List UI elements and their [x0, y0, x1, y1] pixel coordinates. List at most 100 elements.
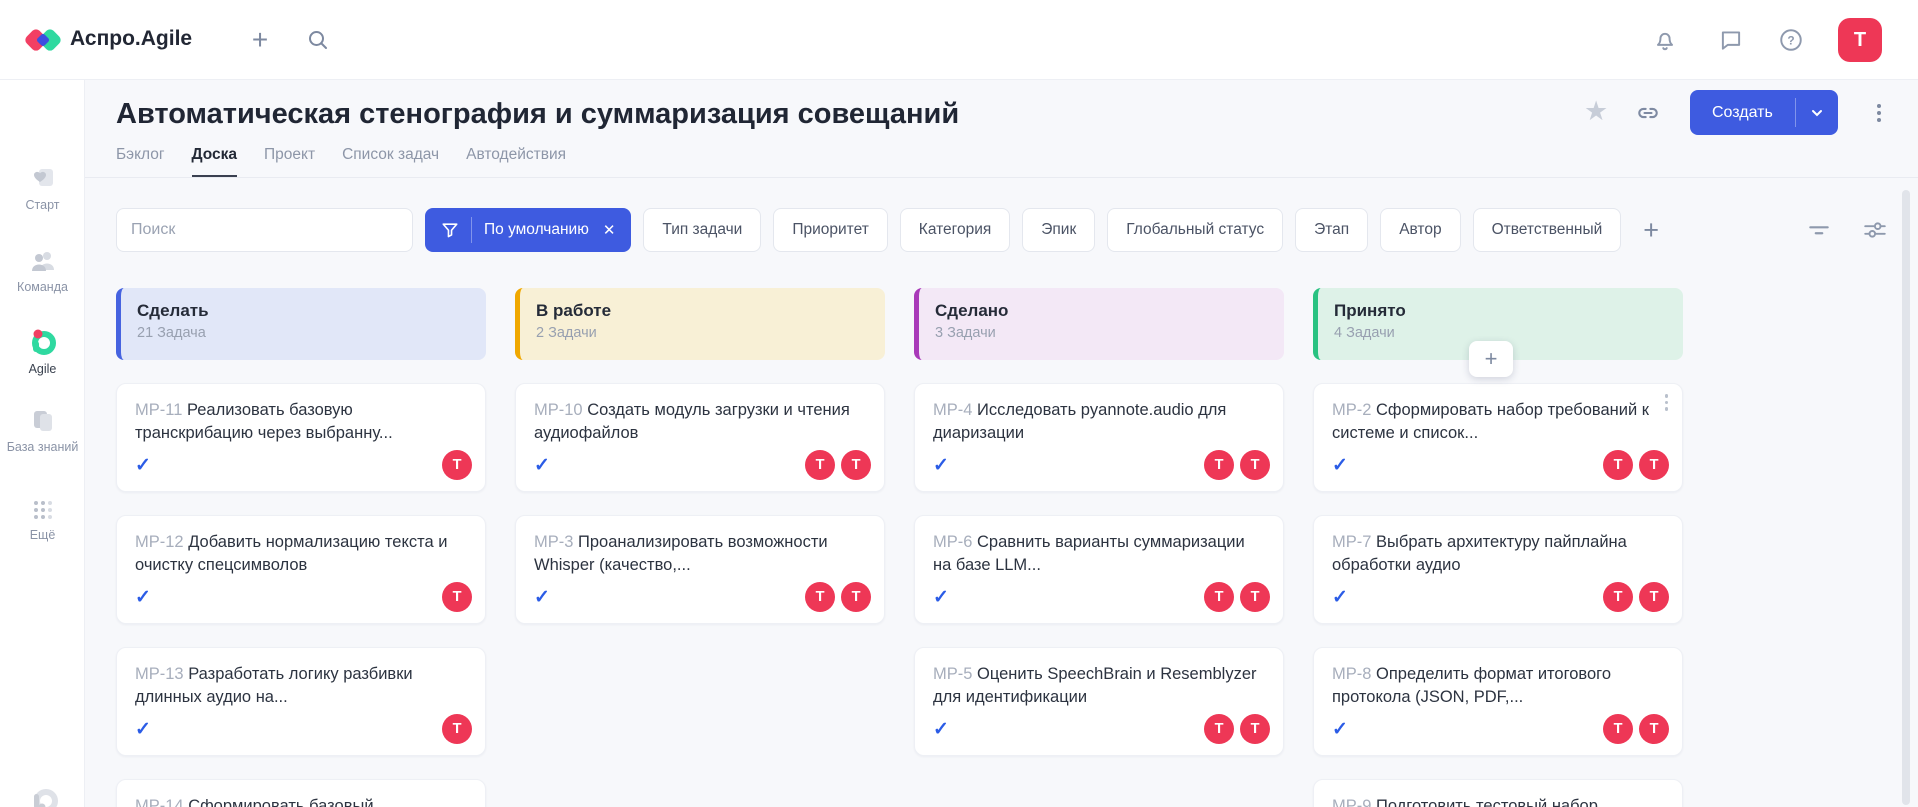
sidebar-item-knowledge-base[interactable]: База знаний — [0, 408, 85, 456]
card-title: MP-7 Выбрать архитектуру пайплайна обраб… — [1332, 531, 1664, 578]
team-icon — [0, 248, 85, 274]
column-header[interactable]: Сделать 21 Задача — [116, 288, 486, 360]
assignee-avatar: T — [805, 450, 835, 480]
card-title: MP-9 Подготовить тестовый набор — [1332, 795, 1664, 807]
column-name: Сделано — [935, 301, 1268, 321]
board-column-2: Сделано 3 Задачи MP-4 Исследовать pyannote… — [914, 288, 1284, 756]
column-task-count: 21 Задача — [137, 325, 470, 341]
assignee-avatar: T — [1639, 582, 1669, 612]
card-avatars: TT — [805, 450, 871, 480]
card-avatars: T — [442, 450, 472, 480]
card-footer: ✓ TT — [534, 450, 871, 480]
chat-icon[interactable] — [1718, 27, 1744, 53]
card-avatars: TT — [1603, 714, 1669, 744]
column-header[interactable]: В работе2 Задачи — [515, 288, 885, 360]
task-card-mp-10[interactable]: MP-10 Создать модуль загрузки и чтения а… — [515, 383, 885, 492]
sidebar-item-team[interactable]: Команда — [0, 248, 85, 296]
assignee-avatar: T — [1240, 714, 1270, 744]
assignee-avatar: T — [1204, 582, 1234, 612]
card-title: MP-13 Разработать логику разбивки длинны… — [135, 663, 467, 710]
app-title: Аспро.Agile — [70, 27, 192, 51]
task-card-mp-12[interactable]: MP-12 Добавить нормализацию текста и очи… — [116, 515, 486, 624]
card-footer: ✓T — [135, 582, 472, 612]
card-avatars: TT — [1204, 714, 1270, 744]
more-grid-icon — [0, 498, 85, 522]
card-id: MP-2 — [1332, 401, 1371, 419]
column-name: Принято — [1334, 301, 1667, 321]
user-avatar[interactable]: T — [1838, 18, 1882, 62]
checkmark-icon: ✓ — [135, 454, 151, 477]
task-card-mp-5[interactable]: MP-5 Оценить SpeechBrain и Resemblyzer д… — [914, 647, 1284, 756]
checkmark-icon: ✓ — [1332, 586, 1348, 609]
card-avatars: T — [442, 582, 472, 612]
sidebar-item-start[interactable]: Старт — [0, 166, 85, 214]
vertical-scrollbar[interactable] — [1902, 190, 1910, 805]
card-title: MP-3 Проанализировать возможности Whispe… — [534, 531, 866, 578]
checkmark-icon: ✓ — [933, 586, 949, 609]
sidebar-item-agile[interactable]: Agile — [0, 328, 85, 378]
sidebar-item-label: База знаний — [0, 440, 85, 456]
app-window: Сделать 21 Задача MP-11 Реализовать базову… — [0, 0, 1918, 807]
card-menu-icon[interactable] — [1665, 394, 1669, 411]
board-column-1: В работе2 Задачи MP-10 Создать модуль заг… — [515, 288, 885, 624]
task-card-mp-14[interactable]: MP-14 Сформировать базовый✓ — [116, 779, 486, 807]
assignee-avatar: T — [841, 582, 871, 612]
card-avatars: TT — [1603, 582, 1669, 612]
card-id: MP-11 — [135, 401, 182, 419]
start-heart-icon — [0, 166, 85, 192]
global-add-icon[interactable]: + — [244, 24, 276, 56]
card-footer: ✓TT — [933, 450, 1270, 480]
task-card-mp-13[interactable]: MP-13 Разработать логику разбивки длинны… — [116, 647, 486, 756]
column-task-count: 3 Задачи — [935, 325, 1268, 341]
sidebar-item-label: Команда — [0, 280, 85, 296]
checkmark-icon: ✓ — [135, 586, 151, 609]
card-title: MP-10 Создать модуль загрузки и чтения а… — [534, 399, 866, 446]
notifications-bell-icon[interactable] — [1652, 27, 1678, 53]
card-title: MP-8 Определить формат итогового протоко… — [1332, 663, 1664, 710]
board-column-0: Сделать 21 Задача MP-11 Реализовать базову… — [116, 288, 486, 807]
column-name: Сделать — [137, 301, 470, 321]
task-card-mp-8[interactable]: MP-8 Определить формат итогового протоко… — [1313, 647, 1683, 756]
card-id: MP-5 — [933, 665, 972, 683]
assignee-avatar: T — [1204, 450, 1234, 480]
sidebar-item-label: Agile — [0, 362, 85, 378]
task-card-mp-6[interactable]: MP-6 Сравнить варианты суммаризации на б… — [914, 515, 1284, 624]
card-footer: ✓T — [135, 714, 472, 744]
assignee-avatar: T — [442, 714, 472, 744]
assignee-avatar: T — [1639, 450, 1669, 480]
support-button[interactable] — [0, 786, 85, 807]
assignee-avatar: T — [442, 582, 472, 612]
card-id: MP-3 — [534, 533, 573, 551]
add-card-button[interactable]: + — [1469, 341, 1513, 377]
card-id: MP-9 — [1332, 797, 1371, 807]
assignee-avatar: T — [442, 450, 472, 480]
card-id: MP-8 — [1332, 665, 1371, 683]
checkmark-icon: ✓ — [534, 454, 550, 477]
task-card-mp-4[interactable]: MP-4 Исследовать pyannote.audio для диар… — [914, 383, 1284, 492]
card-footer: ✓ TT — [1332, 582, 1669, 612]
assignee-avatar: T — [1603, 450, 1633, 480]
card-title: MP-5 Оценить SpeechBrain и Resemblyzer д… — [933, 663, 1265, 710]
card-id: MP-6 — [933, 533, 972, 551]
sidebar-item-more[interactable]: Ещё — [0, 498, 85, 544]
card-footer: ✓T — [135, 450, 472, 480]
card-avatars: TT — [1603, 450, 1669, 480]
support-icon — [26, 786, 60, 807]
global-search-icon[interactable] — [306, 28, 330, 52]
task-card-mp-9[interactable]: MP-9 Подготовить тестовый набор✓ — [1313, 779, 1683, 807]
checkmark-icon: ✓ — [1332, 454, 1348, 477]
task-card-mp-2[interactable]: MP-2 Сформировать набор требований к сис… — [1313, 383, 1683, 492]
card-avatars: TT — [1204, 450, 1270, 480]
agile-icon — [0, 328, 85, 356]
column-task-count: 4 Задачи — [1334, 325, 1667, 341]
task-card-mp-3[interactable]: MP-3 Проанализировать возможности Whispe… — [515, 515, 885, 624]
column-header[interactable]: Сделано 3 Задачи — [914, 288, 1284, 360]
task-card-mp-11[interactable]: MP-11 Реализовать базовую транскрибацию … — [116, 383, 486, 492]
help-icon[interactable]: ? — [1778, 27, 1804, 53]
sidebar: Старт Команда Agile База знаний — [0, 80, 85, 807]
card-avatars: T — [442, 714, 472, 744]
task-card-mp-7[interactable]: MP-7 Выбрать архитектуру пайплайна обраб… — [1313, 515, 1683, 624]
assignee-avatar: T — [805, 582, 835, 612]
sidebar-item-label: Ещё — [0, 528, 85, 544]
card-avatars: TT — [805, 582, 871, 612]
